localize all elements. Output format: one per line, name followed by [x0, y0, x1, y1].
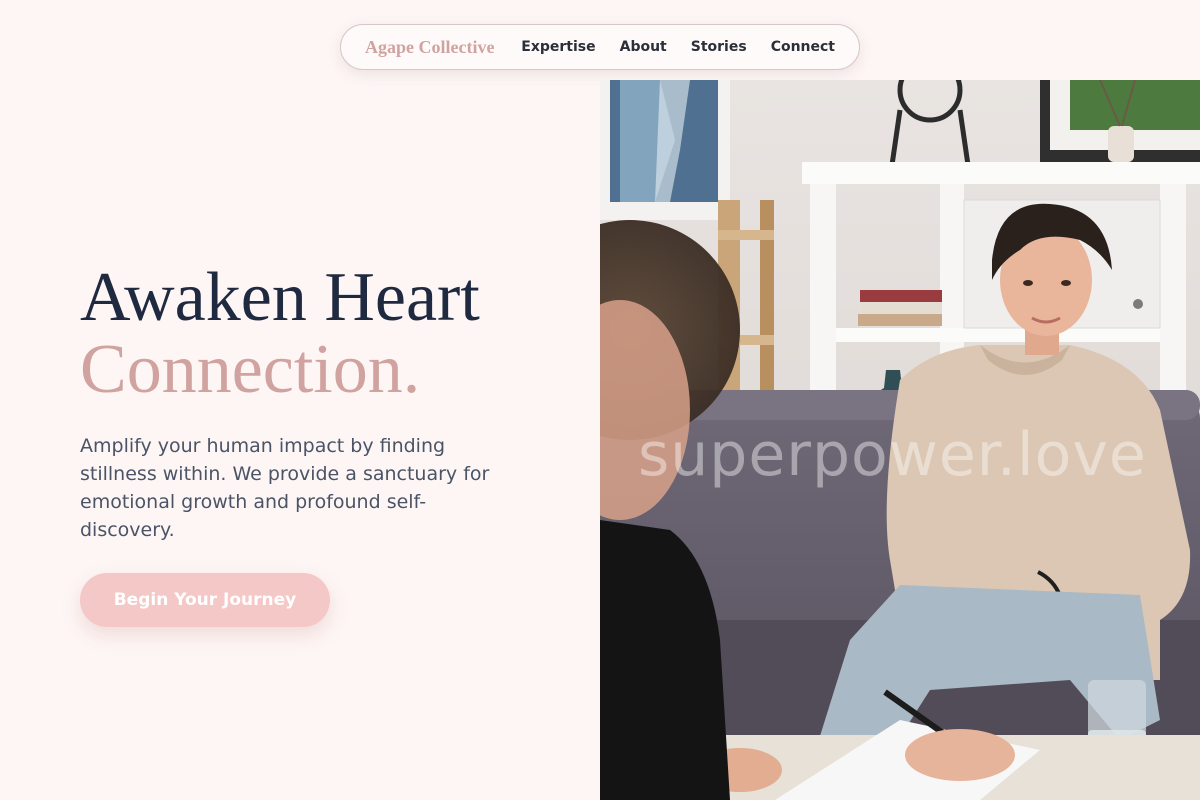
therapy-session-photo: superpower.love: [600, 80, 1200, 800]
nav-link-stories[interactable]: Stories: [691, 39, 747, 55]
top-navigation: Agape Collective Expertise About Stories…: [340, 24, 860, 70]
headline-line-1: Awaken Heart: [80, 259, 480, 336]
nav-links: Expertise About Stories Connect: [521, 39, 835, 55]
hero-headline: Awaken Heart Connection.: [80, 262, 520, 406]
brand-logo[interactable]: Agape Collective: [365, 37, 494, 58]
nav-link-about[interactable]: About: [620, 39, 667, 55]
nav-link-expertise[interactable]: Expertise: [521, 39, 595, 55]
photo-watermark: superpower.love: [638, 420, 1147, 490]
hero-section: Awaken Heart Connection. Amplify your hu…: [80, 262, 520, 544]
nav-link-connect[interactable]: Connect: [771, 39, 835, 55]
begin-journey-button[interactable]: Begin Your Journey: [80, 573, 330, 627]
headline-line-2: Connection.: [80, 331, 421, 408]
landing-page: Agape Collective Expertise About Stories…: [0, 0, 1200, 800]
hero-description: Amplify your human impact by finding sti…: [80, 435, 490, 541]
